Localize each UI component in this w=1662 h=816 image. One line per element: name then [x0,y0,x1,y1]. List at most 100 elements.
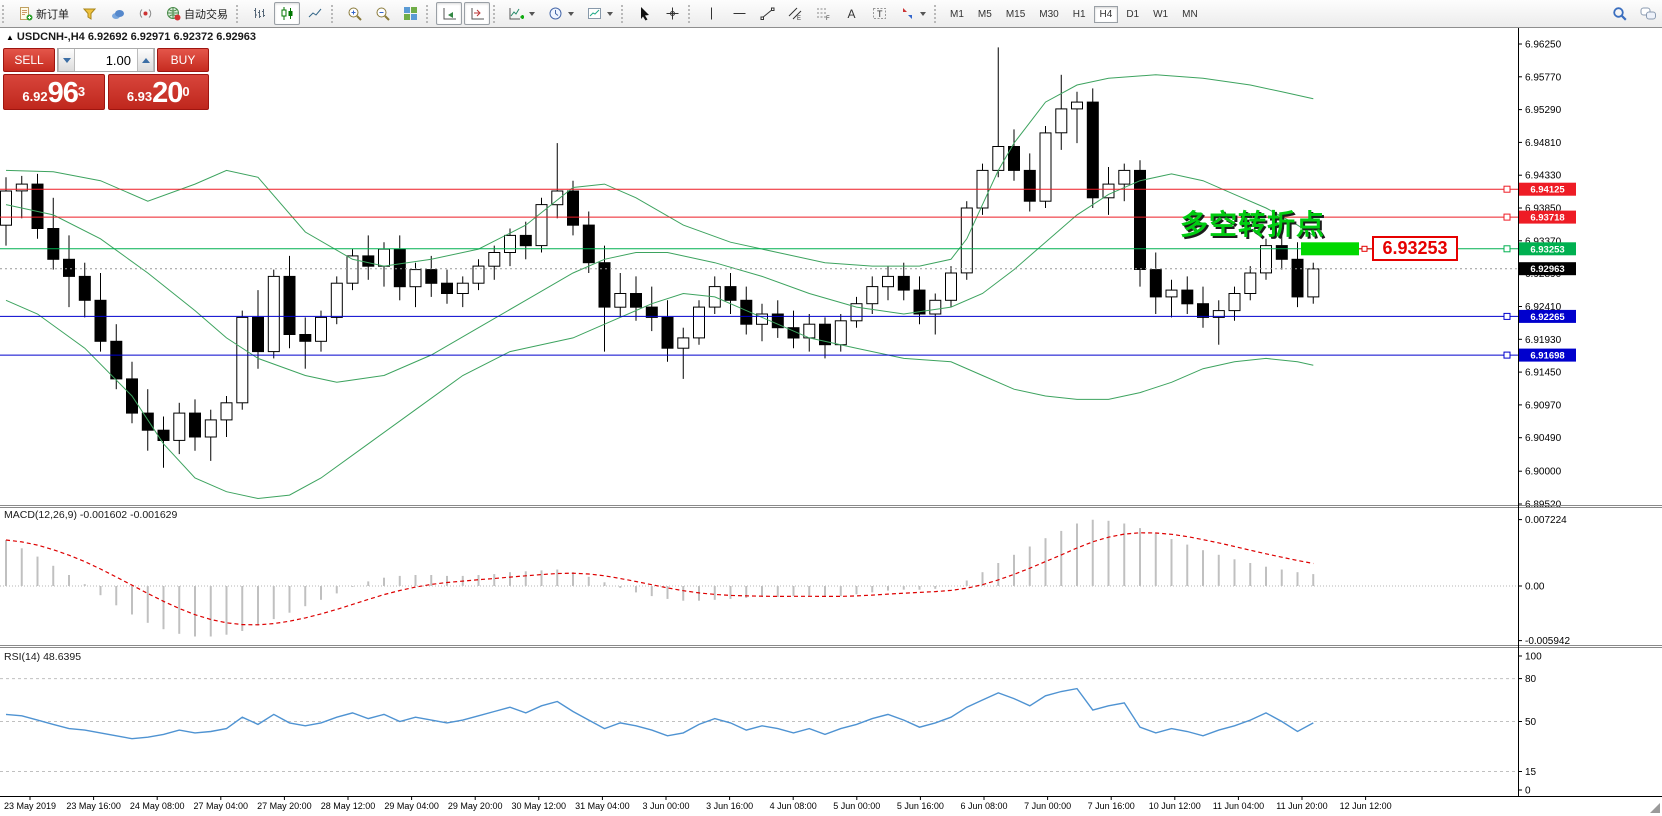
autoscroll-icon [441,6,457,22]
main-toolbar: 新订单 自动交易 [0,0,1662,28]
price-callout-box[interactable]: 6.93253 [1372,236,1458,261]
autoscroll-button[interactable] [436,2,462,25]
bollinger-lower [6,294,1313,499]
new-order-icon [17,6,33,22]
signals-button[interactable] [132,2,158,25]
timeframe-M1[interactable]: M1 [944,6,970,23]
autotrade-button[interactable]: 自动交易 [160,2,233,25]
buy-price-display[interactable]: 6.93200 [108,74,210,110]
svg-text:-0.005942: -0.005942 [1525,636,1570,647]
chart-shift-button[interactable] [464,2,490,25]
volume-control [57,48,155,72]
timeframe-M15[interactable]: M15 [1000,6,1031,23]
time-axis: 23 May 201923 May 16:0024 May 08:0027 Ma… [4,797,1392,811]
collapse-panel-icon[interactable]: ▲ [6,33,14,42]
svg-text:6.93718: 6.93718 [1530,213,1564,224]
svg-text:6.96250: 6.96250 [1525,40,1562,51]
toolbar-grip [934,5,941,23]
highlight-block[interactable] [1301,242,1359,255]
svg-text:0.007224: 0.007224 [1525,515,1567,526]
svg-text:7 Jun 16:00: 7 Jun 16:00 [1088,801,1135,811]
svg-text:6.92963: 6.92963 [1530,264,1564,275]
symbol-ohlc-text: USDCNH-,H4 6.92692 6.92971 6.92372 6.929… [17,31,256,43]
signal-icon [137,6,153,22]
svg-text:29 May 20:00: 29 May 20:00 [448,801,503,811]
timeframe-MN[interactable]: MN [1176,6,1204,23]
search-icon [1612,6,1628,22]
tile-windows-button[interactable] [397,2,423,25]
history-center-button[interactable] [76,2,102,25]
svg-text:6.95290: 6.95290 [1525,105,1562,116]
cloud-icon [109,6,125,22]
cursor-button[interactable] [631,2,657,25]
timeframe-W1[interactable]: W1 [1147,6,1174,23]
svg-text:6.91930: 6.91930 [1525,335,1562,346]
timeframe-M5[interactable]: M5 [972,6,998,23]
toolbar-grip [426,5,433,23]
svg-text:6.90000: 6.90000 [1525,467,1562,478]
svg-text:6.91450: 6.91450 [1525,368,1562,379]
svg-text:F: F [826,16,830,21]
chevron-up-icon [142,58,150,63]
svg-text:80: 80 [1525,674,1537,685]
buy-price-base: 6.93 [127,86,152,108]
indicators-icon [508,6,524,22]
trendline-tool[interactable] [754,2,780,25]
dropdown-caret [529,12,535,16]
indicators-button[interactable] [503,2,540,25]
bar-chart-icon [251,6,267,22]
equidistant-channel-tool[interactable]: E [782,2,808,25]
vertical-line-tool[interactable] [698,2,724,25]
volume-decrease-button[interactable] [58,49,75,71]
timeframe-M30[interactable]: M30 [1033,6,1064,23]
svg-text:30 May 12:00: 30 May 12:00 [512,801,567,811]
sell-price-pips: 96 [48,79,78,108]
zoom-out-button[interactable] [369,2,395,25]
text-label-icon: T [871,6,887,22]
line-chart-button[interactable] [302,2,328,25]
text-label-tool[interactable]: T [866,2,892,25]
new-order-label: 新订单 [36,6,69,22]
timeframe-H1[interactable]: H1 [1067,6,1092,23]
buy-button[interactable]: BUY [157,48,209,72]
autotrade-label: 自动交易 [184,6,228,22]
arrows-tool[interactable] [894,2,931,25]
search-button[interactable] [1607,2,1633,25]
text-tool[interactable]: A [838,2,864,25]
clock-icon [547,6,563,22]
svg-text:6.94330: 6.94330 [1525,171,1562,182]
volume-increase-button[interactable] [137,49,154,71]
fibonacci-tool[interactable]: F [810,2,836,25]
svg-text:7 Jun 00:00: 7 Jun 00:00 [1024,801,1071,811]
timeframe-H4[interactable]: H4 [1094,6,1119,23]
zoom-in-button[interactable] [341,2,367,25]
volume-input[interactable] [75,49,137,71]
zoom-out-icon [374,6,390,22]
crosshair-button[interactable] [659,2,685,25]
sell-button[interactable]: SELL [3,48,55,72]
svg-text:50: 50 [1525,717,1537,728]
dropdown-caret [568,12,574,16]
bar-chart-button[interactable] [246,2,272,25]
chat-button[interactable] [1635,2,1661,25]
trendline-icon [759,6,775,22]
turning-point-annotation[interactable]: 多空转折点 [1180,203,1325,243]
candlestick-chart-button[interactable] [274,2,300,25]
svg-text:27 May 20:00: 27 May 20:00 [257,801,312,811]
one-click-trading-panel: SELL BUY 6.92963 6.93200 [3,48,209,110]
new-order-button[interactable]: 新订单 [12,2,74,25]
svg-text:11 Jun 20:00: 11 Jun 20:00 [1276,801,1327,811]
periods-button[interactable] [542,2,579,25]
publisher-button[interactable] [104,2,130,25]
svg-text:3 Jun 16:00: 3 Jun 16:00 [706,801,753,811]
svg-text:4 Jun 08:00: 4 Jun 08:00 [770,801,817,811]
timeframe-D1[interactable]: D1 [1120,6,1145,23]
resize-grip[interactable] [1650,803,1660,813]
dropdown-caret [920,12,926,16]
text-icon: A [843,6,859,22]
sell-price-display[interactable]: 6.92963 [3,74,105,110]
templates-button[interactable] [581,2,618,25]
svg-text:6.93253: 6.93253 [1530,244,1564,255]
chart-canvas[interactable]: 6.962506.957706.952906.948106.943306.938… [0,0,1662,816]
horizontal-line-tool[interactable] [726,2,752,25]
